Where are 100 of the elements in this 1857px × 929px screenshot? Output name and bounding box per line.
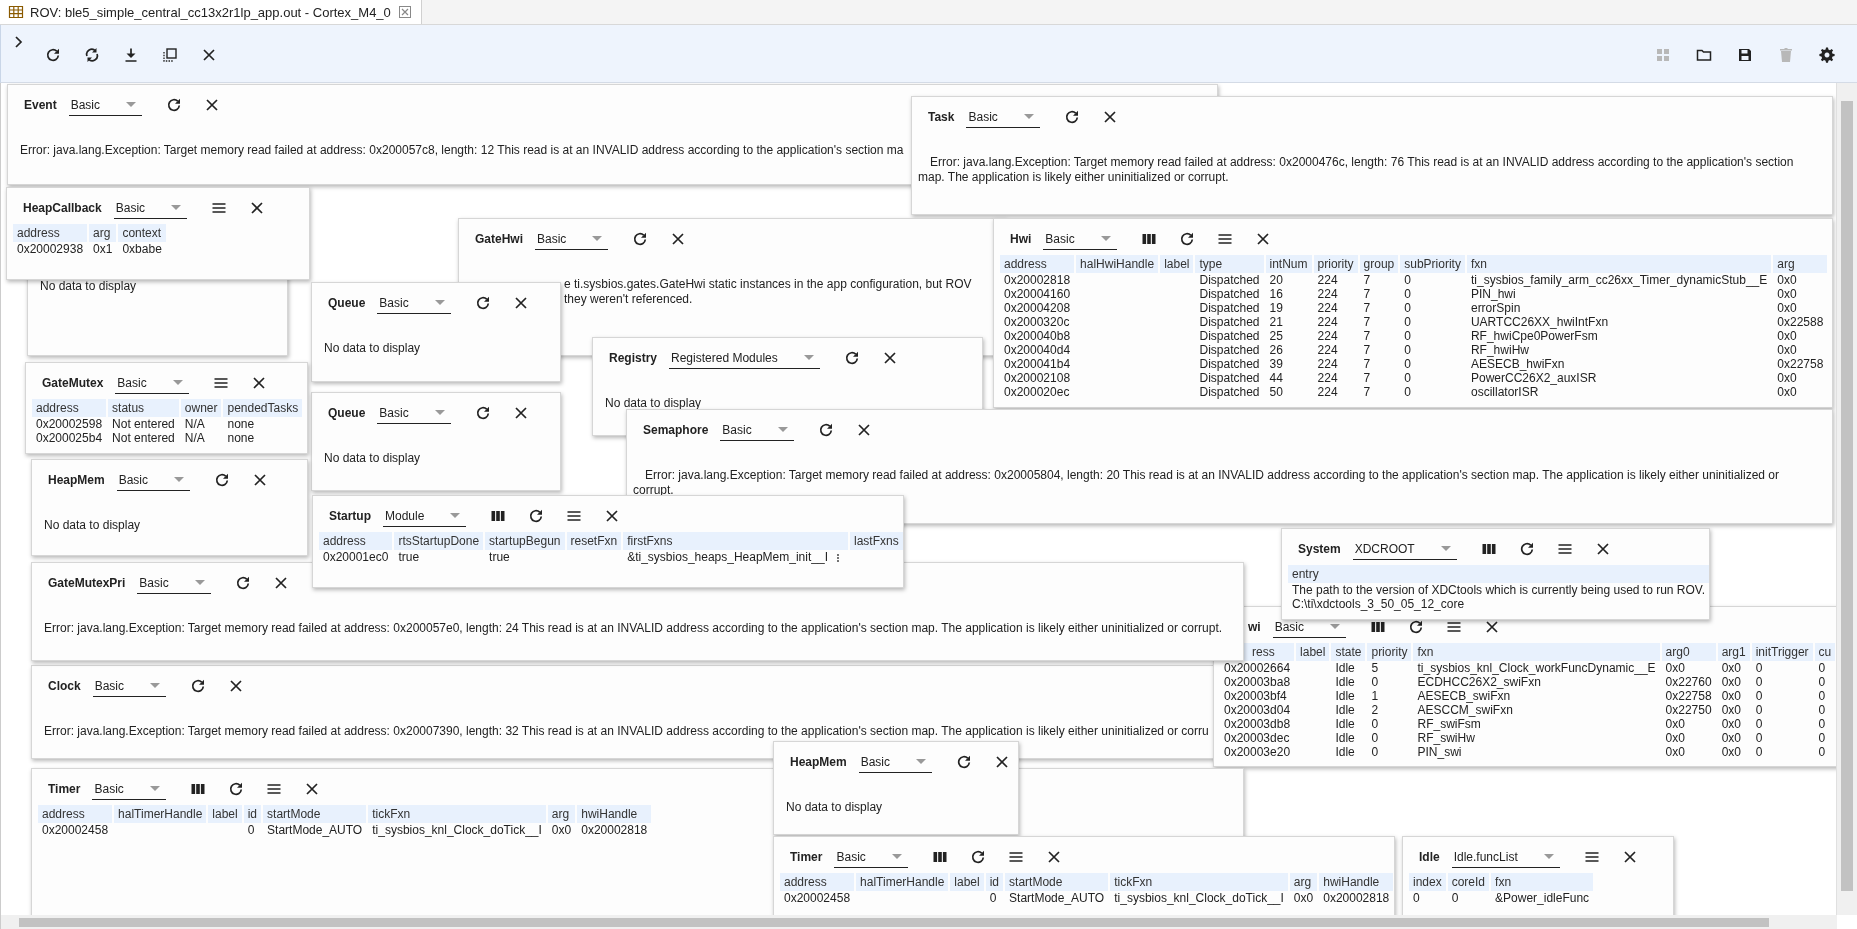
columns-icon[interactable] (490, 508, 507, 524)
columns-icon[interactable] (931, 849, 948, 865)
refresh-icon[interactable] (214, 472, 231, 488)
refresh-icon[interactable] (969, 849, 986, 865)
close-icon[interactable] (249, 200, 266, 216)
table-cell: 0x0 (1721, 661, 1741, 675)
refresh-icon[interactable] (234, 575, 251, 591)
module-title: Queue (328, 296, 366, 310)
select-icon[interactable] (162, 47, 178, 63)
module-title: Semaphore (643, 423, 709, 437)
view-dropdown[interactable]: Basic (966, 106, 1040, 128)
refresh-icon[interactable] (956, 754, 973, 770)
sync-icon[interactable] (84, 47, 100, 63)
column-header[interactable]: entry (1292, 567, 1319, 581)
column-header[interactable]: tickFxn (372, 807, 411, 821)
refresh-icon[interactable] (528, 508, 545, 524)
close-icon[interactable] (201, 47, 217, 63)
refresh-icon[interactable] (474, 295, 491, 311)
download-icon[interactable] (123, 47, 139, 63)
close-icon[interactable] (228, 678, 245, 694)
columns-icon[interactable] (189, 781, 206, 797)
view-dropdown[interactable]: Basic (92, 675, 167, 697)
close-icon[interactable] (1101, 109, 1118, 125)
columns-icon[interactable] (1480, 541, 1497, 557)
close-icon[interactable] (1621, 849, 1638, 865)
columns-icon[interactable] (1370, 619, 1386, 635)
view-dropdown[interactable]: Basic (113, 197, 188, 219)
close-icon[interactable] (272, 575, 289, 591)
caret-icon (777, 427, 788, 432)
refresh-icon[interactable] (474, 405, 491, 421)
close-icon[interactable] (252, 472, 269, 488)
menu-icon[interactable] (1446, 619, 1462, 635)
close-icon[interactable] (512, 295, 529, 311)
view-dropdown[interactable]: Basic (377, 292, 451, 314)
table-cell: 0x0 (1777, 385, 1797, 399)
view-dropdown[interactable]: Registered Modules (669, 347, 820, 369)
refresh-icon[interactable] (1408, 619, 1424, 635)
close-icon[interactable] (855, 422, 872, 438)
table-cell: ti_sysbios_knl_Clock_doTick__I (1114, 891, 1284, 905)
horizontal-scrollbar[interactable] (1, 915, 1837, 929)
close-icon[interactable] (512, 405, 529, 421)
refresh-icon[interactable] (166, 97, 183, 113)
view-dropdown[interactable]: Basic (92, 778, 166, 800)
close-icon[interactable] (881, 350, 898, 366)
close-icon[interactable] (1045, 849, 1062, 865)
view-dropdown[interactable]: Basic (115, 372, 189, 394)
table-cell: Not entered (112, 417, 175, 431)
column-header[interactable]: firstFxns (627, 534, 673, 548)
refresh-icon[interactable] (1518, 541, 1535, 557)
close-icon[interactable] (994, 754, 1011, 770)
view-dropdown[interactable]: Basic (1043, 228, 1117, 250)
column-header[interactable]: fxn (1417, 645, 1434, 659)
menu-icon[interactable] (265, 781, 282, 797)
view-dropdown[interactable]: Basic (377, 402, 451, 424)
close-icon[interactable] (303, 781, 320, 797)
refresh-icon[interactable] (1178, 231, 1195, 247)
view-dropdown[interactable]: Basic (1272, 616, 1346, 638)
settings-icon[interactable] (1819, 47, 1835, 63)
menu-icon[interactable] (211, 200, 228, 216)
view-dropdown[interactable]: Basic (720, 419, 794, 441)
refresh-icon[interactable] (190, 678, 207, 694)
refresh-icon[interactable] (1063, 109, 1080, 125)
close-icon[interactable] (250, 375, 267, 391)
refresh-icon[interactable] (45, 47, 61, 63)
refresh-icon[interactable] (817, 422, 834, 438)
view-dropdown[interactable]: Basic (535, 228, 609, 250)
module-title: Queue (328, 406, 366, 420)
view-dropdown[interactable]: Basic (116, 469, 191, 491)
menu-icon[interactable] (1556, 541, 1573, 557)
menu-icon[interactable] (1583, 849, 1600, 865)
save-icon[interactable] (1737, 47, 1753, 63)
close-icon[interactable] (1594, 541, 1611, 557)
refresh-icon[interactable] (632, 231, 649, 247)
view-dropdown[interactable]: Basic (68, 94, 143, 116)
close-icon[interactable] (1484, 619, 1500, 635)
menu-icon[interactable] (1007, 849, 1024, 865)
columns-icon[interactable] (1140, 231, 1157, 247)
menu-icon[interactable] (212, 375, 229, 391)
close-icon[interactable] (670, 231, 687, 247)
close-icon[interactable] (1254, 231, 1271, 247)
folder-icon[interactable] (1696, 47, 1712, 63)
menu-icon[interactable] (566, 508, 583, 524)
view-dropdown[interactable]: Idle.funcList (1451, 846, 1560, 868)
view-dropdown[interactable]: Basic (858, 751, 933, 773)
editor-tab[interactable]: ROV: ble5_simple_central_cc13x2r1lp_app.out - Cortex_M4_0 (0, 0, 422, 24)
column-header[interactable]: fxn (1470, 257, 1487, 271)
close-icon[interactable] (604, 508, 621, 524)
close-icon[interactable] (204, 97, 221, 113)
view-dropdown[interactable]: Module (383, 505, 467, 527)
table-cell: 0x20003bf4 (1224, 689, 1287, 703)
view-dropdown[interactable]: Basic (137, 572, 211, 594)
column-header[interactable]: fxn (1495, 875, 1512, 889)
view-dropdown[interactable]: XDCROOT (1352, 538, 1457, 560)
view-dropdown[interactable]: Basic (834, 846, 908, 868)
column-header[interactable]: tickFxn (1114, 875, 1153, 889)
vertical-scrollbar[interactable] (1836, 83, 1857, 915)
menu-icon[interactable] (1216, 231, 1233, 247)
table-cell: none (227, 417, 255, 431)
refresh-icon[interactable] (227, 781, 244, 797)
refresh-icon[interactable] (843, 350, 860, 366)
